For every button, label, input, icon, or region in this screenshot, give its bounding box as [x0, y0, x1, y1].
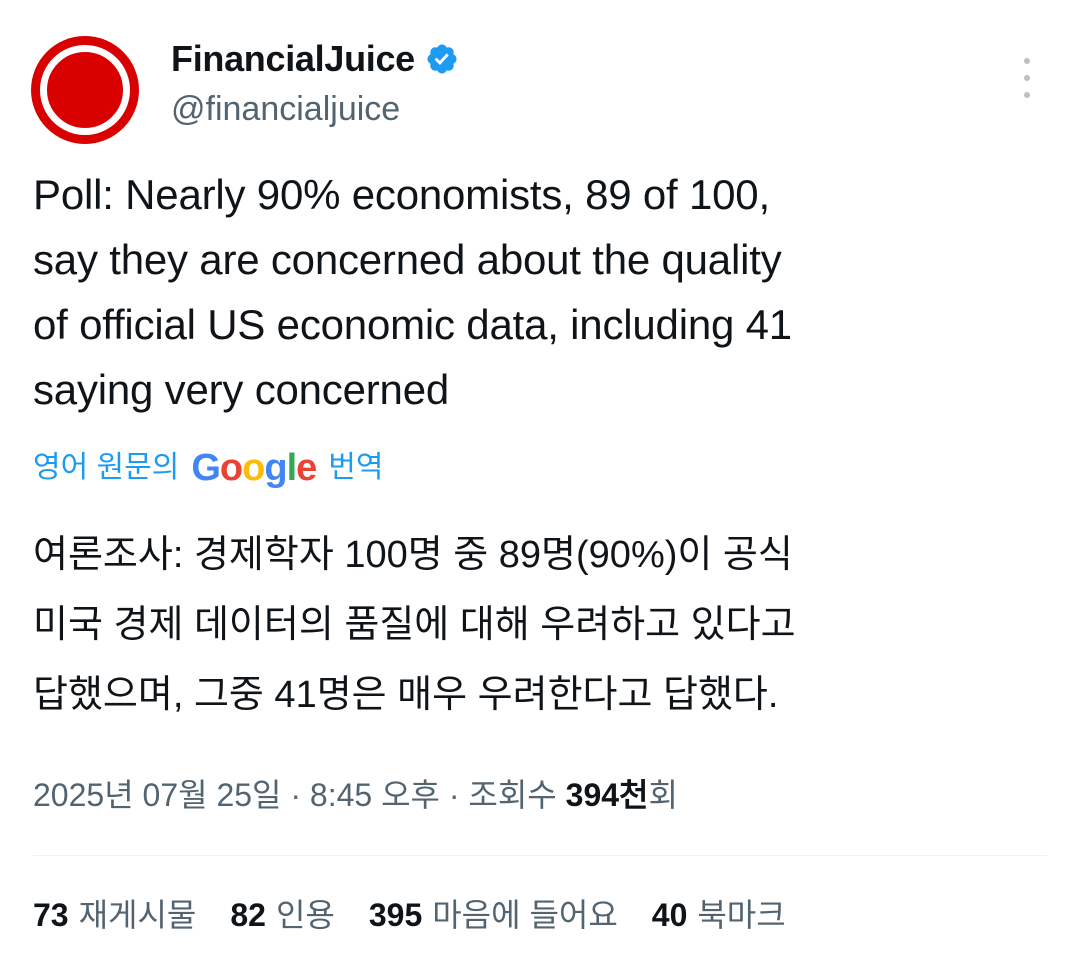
- meta-separator: ·: [281, 777, 310, 813]
- likes-stat[interactable]: 395 마음에 들어요: [369, 890, 618, 940]
- meta-separator: ·: [439, 777, 469, 813]
- views-label: 조회수: [468, 777, 566, 813]
- views-suffix: 회: [648, 777, 678, 813]
- avatar[interactable]: [31, 36, 139, 144]
- more-options-icon[interactable]: [1012, 58, 1042, 98]
- more-dot: [1024, 58, 1030, 64]
- views-count[interactable]: 394천: [566, 777, 649, 813]
- reposts-stat[interactable]: 73 재게시물: [33, 890, 196, 940]
- engagement-stats: 73 재게시물 82 인용 395 마음에 들어요 40 북마크: [33, 890, 820, 940]
- likes-count: 395: [368, 897, 423, 933]
- author-name[interactable]: FinancialJuice: [171, 36, 459, 82]
- tweet-meta: 2025년 07월 25일 · 8:45 오후 · 조회수 394천회: [33, 770, 678, 820]
- tweet-time[interactable]: 8:45 오후: [310, 777, 440, 813]
- reposts-label: 재게시물: [78, 897, 197, 933]
- tweet-text: Poll: Nearly 90% economists, 89 of 100, …: [33, 171, 792, 413]
- divider: [33, 855, 1047, 856]
- likes-label: 마음에 들어요: [432, 897, 618, 933]
- translate-suffix[interactable]: 번역: [328, 446, 383, 490]
- author-display-name[interactable]: FinancialJuice: [171, 36, 415, 82]
- bookmarks-label: 북마크: [697, 897, 786, 933]
- author-handle[interactable]: @financialjuice: [171, 86, 400, 132]
- tweet-date[interactable]: 2025년 07월 25일: [33, 777, 281, 813]
- verified-badge-icon: [427, 44, 457, 74]
- translated-text: 여론조사: 경제학자 100명 중 89명(90%)이 공식 미국 경제 데이터…: [33, 534, 796, 716]
- quotes-count: 82: [230, 897, 266, 933]
- quotes-stat[interactable]: 82 인용: [230, 890, 334, 940]
- reposts-count: 73: [33, 897, 69, 933]
- more-dot: [1024, 92, 1030, 98]
- translate-prefix[interactable]: 영어 원문의: [33, 446, 179, 490]
- google-logo: Google: [191, 447, 317, 489]
- more-dot: [1024, 75, 1030, 81]
- quotes-label: 인용: [275, 897, 335, 933]
- translate-link[interactable]: 영어 원문의 Google 번역: [33, 446, 383, 490]
- avatar-ring: [40, 45, 130, 135]
- bookmarks-count: 40: [651, 897, 688, 933]
- bookmarks-stat[interactable]: 40 북마크: [652, 890, 786, 940]
